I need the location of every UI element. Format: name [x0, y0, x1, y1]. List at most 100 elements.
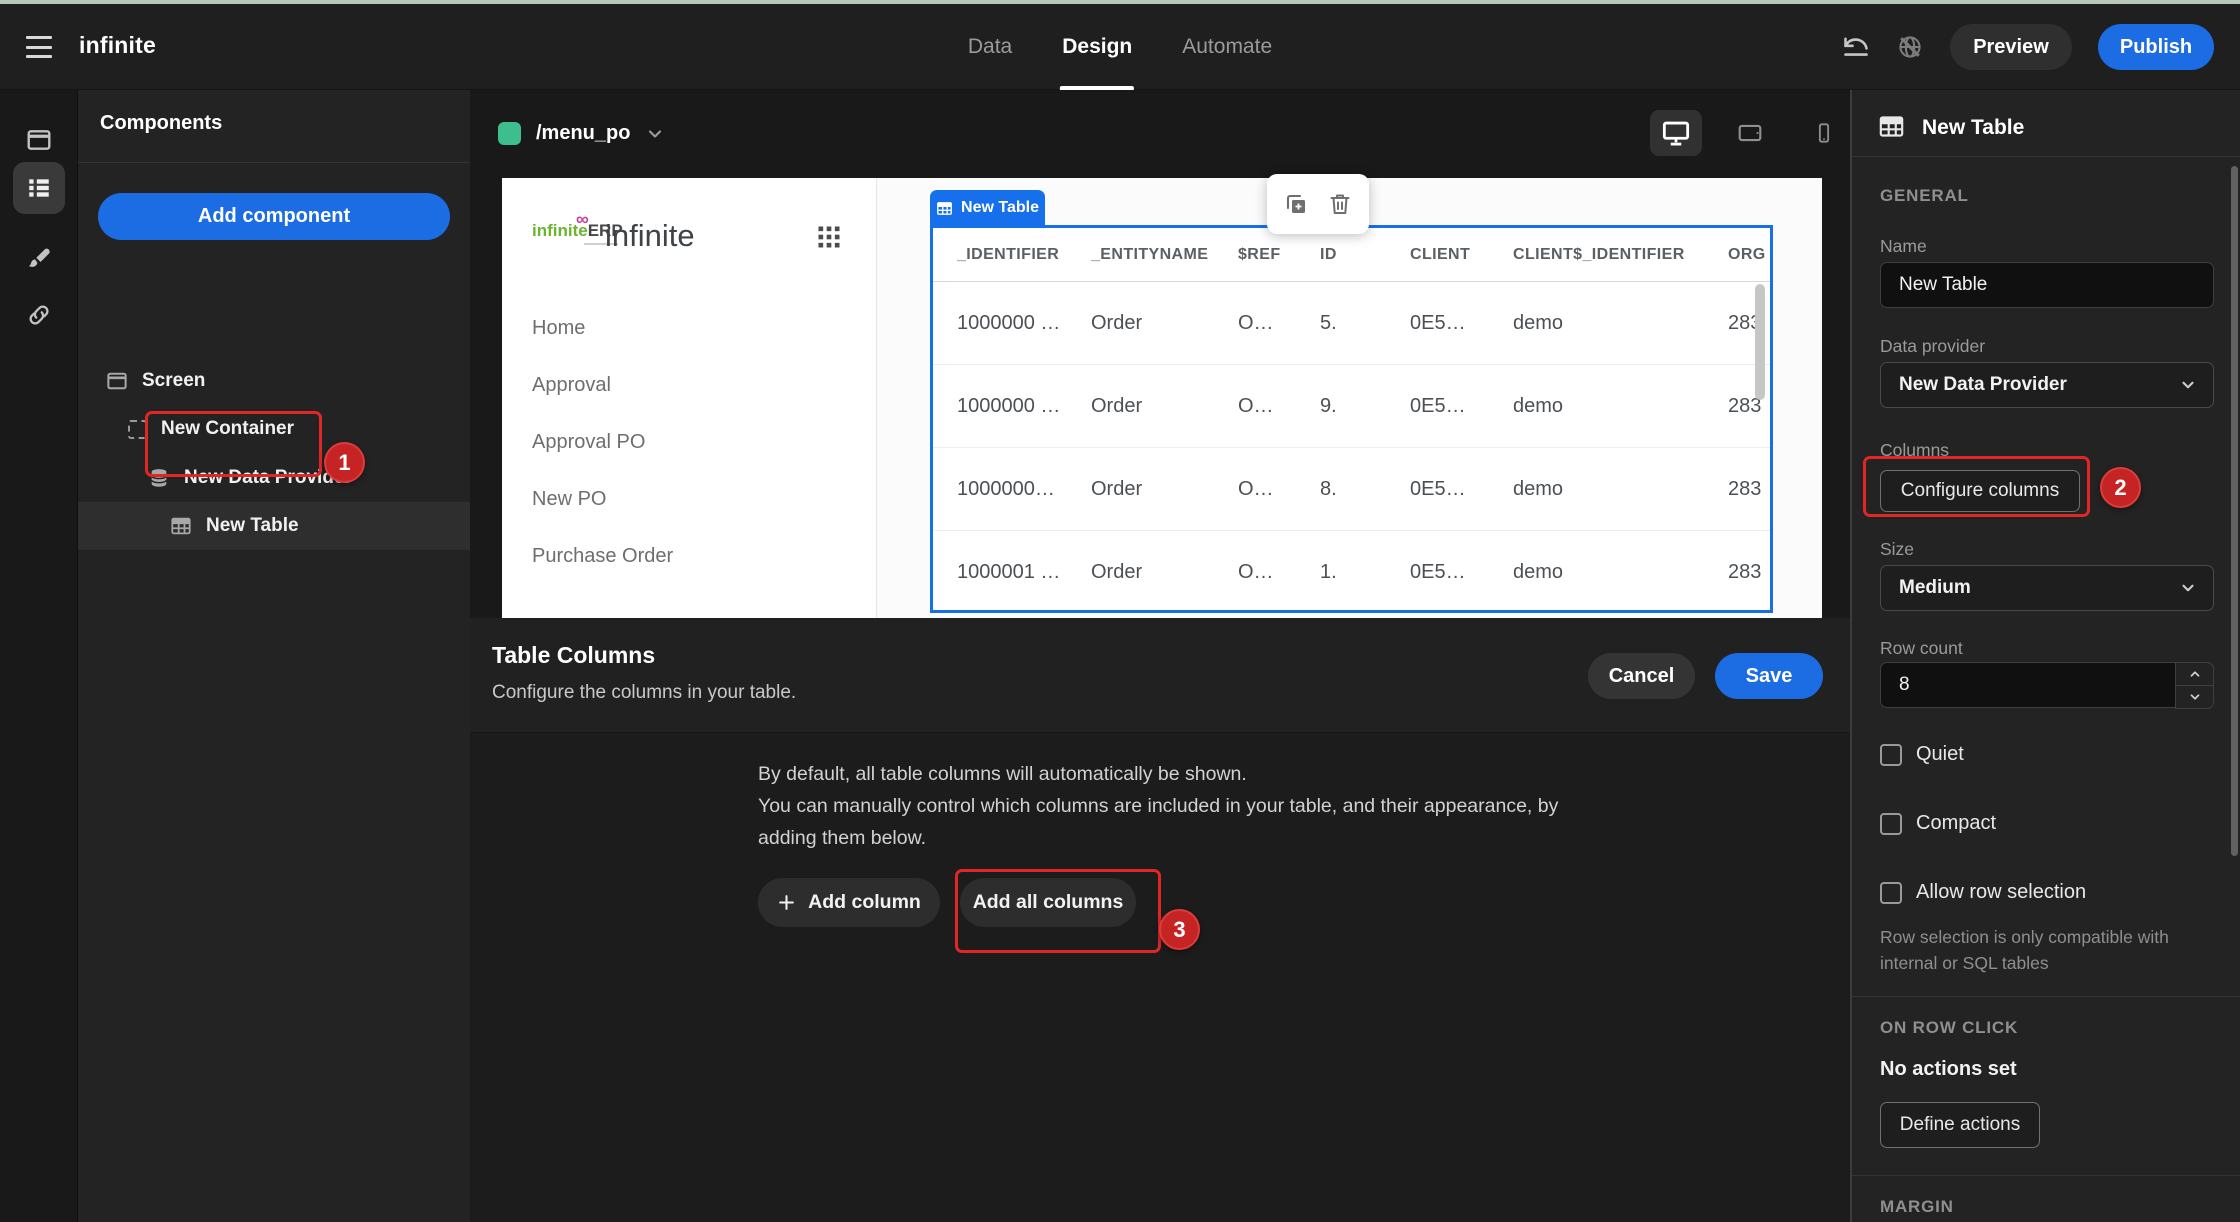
app-nav-item[interactable]: Approval PO [532, 414, 673, 471]
new-table-component[interactable]: _IDENTIFIER_ENTITYNAME$REFIDCLIENTCLIENT… [930, 225, 1773, 613]
table-row[interactable]: 1000000…OrderO…8.0E5…demo283 [933, 448, 1770, 531]
add-all-columns-button[interactable]: Add all columns [960, 878, 1136, 927]
add-column-button[interactable]: Add column [758, 878, 940, 927]
table-row[interactable]: 1000000 …OrderO…9.0E5…demo283 [933, 365, 1770, 448]
route-status-dot [498, 122, 521, 145]
tab-data[interactable]: Data [966, 4, 1014, 90]
screen-icon [106, 371, 128, 391]
stepper-up-icon[interactable] [2175, 662, 2214, 686]
grid-dots-icon[interactable] [815, 224, 843, 255]
tab-automate[interactable]: Automate [1180, 4, 1274, 90]
desktop-preview-icon[interactable] [1650, 110, 1702, 156]
app-offline-globe-icon[interactable] [1896, 33, 1924, 61]
cancel-button[interactable]: Cancel [1588, 653, 1695, 699]
table-cell: demo [1513, 561, 1728, 584]
topbar-actions: Preview Publish [1842, 4, 2214, 90]
annotation-badge-step1: 1 [324, 442, 365, 483]
app-nav-item[interactable]: Approval [532, 357, 673, 414]
preview-button[interactable]: Preview [1950, 24, 2072, 70]
screens-icon[interactable] [13, 114, 65, 166]
components-layers-icon[interactable] [13, 162, 65, 214]
components-panel-title: Components [100, 112, 222, 135]
table-cell: 1000000 … [957, 395, 1091, 418]
table-cell: Order [1091, 395, 1238, 418]
define-actions-button[interactable]: Define actions [1880, 1102, 2040, 1148]
mobile-preview-icon[interactable] [1798, 110, 1850, 156]
duplicate-icon[interactable] [1284, 192, 1308, 216]
tree-item-label: Screen [142, 370, 205, 392]
tree-item-new-table[interactable]: New Table [78, 502, 470, 550]
annotation-badge-step2: 2 [2100, 467, 2141, 508]
table-cell: 9. [1320, 395, 1410, 418]
container-icon [128, 420, 147, 439]
checkbox-icon [1880, 813, 1902, 835]
app-nav-list: HomeApprovalApproval PONew POPurchase Or… [532, 300, 673, 585]
drawer-info-line: By default, all table columns will autom… [758, 758, 1558, 790]
settings-scrollbar-thumb[interactable] [2231, 166, 2238, 856]
table-scrollbar-thumb[interactable] [1755, 284, 1765, 400]
table-cell: 283 [1728, 395, 1773, 418]
table-cell: 1000001 … [957, 561, 1091, 584]
navigation-link-icon[interactable] [13, 289, 65, 341]
allow-row-selection-checkbox[interactable]: Allow row selection [1880, 881, 2086, 904]
table-column-header: CLIENT$_IDENTIFIER [1513, 246, 1728, 264]
table-cell: demo [1513, 395, 1728, 418]
compact-label: Compact [1916, 812, 1996, 835]
tablet-preview-icon[interactable] [1724, 110, 1776, 156]
table-body: 1000000 …OrderO…5.0E5…demo2831000000 …Or… [933, 282, 1770, 613]
name-input[interactable] [1880, 262, 2214, 308]
margin-section-heading: MARGIN [1880, 1197, 1954, 1217]
table-cell: 1000000… [957, 478, 1091, 501]
publish-button[interactable]: Publish [2098, 24, 2214, 70]
divider [1852, 1175, 2240, 1176]
checkbox-icon [1880, 744, 1902, 766]
component-toolbar [1267, 174, 1369, 234]
configure-columns-button[interactable]: Configure columns [1880, 470, 2080, 512]
table-column-header: CLIENT [1410, 246, 1513, 264]
component-settings-panel: New Table GENERAL Name Data provider New… [1850, 90, 2240, 1222]
tree-item-screen[interactable]: Screen [78, 357, 470, 405]
table-column-header: ORG [1728, 246, 1773, 264]
theme-brush-icon[interactable] [13, 233, 65, 285]
row-count-stepper [1880, 662, 2214, 708]
table-cell: Order [1091, 312, 1238, 335]
data-provider-value: New Data Provider [1899, 374, 2067, 396]
stepper-down-icon[interactable] [2175, 685, 2214, 709]
tree-item-new-container[interactable]: New Container [78, 405, 470, 453]
table-cell: demo [1513, 312, 1728, 335]
tree-item-new-data-provider[interactable]: New Data Provider [78, 454, 470, 502]
app-nav-item[interactable]: New PO [532, 471, 673, 528]
table-icon [170, 515, 192, 537]
app-nav-item[interactable]: Home [532, 300, 673, 357]
drawer-info-line: adding them below. [758, 822, 1558, 854]
hamburger-menu-icon[interactable] [26, 36, 52, 58]
plus-icon [777, 893, 796, 912]
size-select[interactable]: Medium [1880, 565, 2214, 611]
quiet-checkbox[interactable]: Quiet [1880, 743, 1964, 766]
table-cell: Order [1091, 561, 1238, 584]
tab-design[interactable]: Design [1060, 4, 1134, 90]
divider [1852, 996, 2240, 997]
table-row[interactable]: 1000000 …OrderO…5.0E5…demo283 [933, 282, 1770, 365]
data-provider-select[interactable]: New Data Provider [1880, 362, 2214, 408]
screen-route-selector[interactable]: /menu_po [498, 122, 665, 145]
table-cell: 0E5… [1410, 478, 1513, 501]
save-button[interactable]: Save [1715, 653, 1823, 699]
delete-trash-icon[interactable] [1328, 192, 1352, 216]
allow-row-selection-label: Allow row selection [1916, 881, 2086, 904]
compact-checkbox[interactable]: Compact [1880, 812, 1996, 835]
table-cell: 283 [1728, 561, 1773, 584]
main-tabs: Data Design Automate [966, 4, 1274, 90]
table-cell: 5. [1320, 312, 1410, 335]
selected-component-tab[interactable]: New Table [930, 190, 1045, 226]
data-provider-icon [148, 467, 170, 489]
app-nav-item[interactable]: Purchase Order [532, 528, 673, 585]
row-count-input[interactable] [1880, 662, 2176, 708]
drawer-info-line: You can manually control which columns a… [758, 790, 1558, 822]
settings-panel-title: New Table [1922, 116, 2024, 140]
size-value: Medium [1899, 577, 1971, 599]
table-row[interactable]: 1000001 …OrderO…1.0E5…demo283 [933, 531, 1770, 613]
undo-icon[interactable] [1842, 34, 1870, 60]
add-component-button[interactable]: Add component [98, 193, 450, 240]
table-cell: 1. [1320, 561, 1410, 584]
